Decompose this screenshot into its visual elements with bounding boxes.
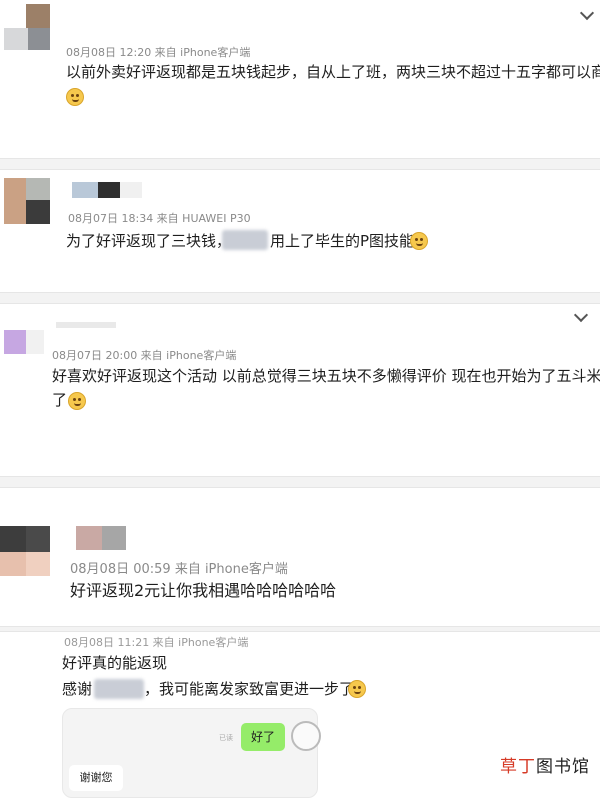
chat-avatar <box>291 721 321 751</box>
comment-meta: 08月08日 00:59 来自 iPhone客户端 <box>70 562 288 577</box>
chat-bubble-sent: 好了 <box>241 723 285 751</box>
comment-text-line2-end: ，我可能离发家致富更进一步了 <box>144 680 355 698</box>
watermark-black-text: 图书馆 <box>536 757 590 777</box>
comment-card-2: 08月07日 18:34 来自 HUAWEI P30 为了好评返现了三块钱， 用… <box>0 170 600 292</box>
user-avatar[interactable] <box>4 178 50 224</box>
chat-screenshot-image[interactable]: 已读 好了 谢谢您 <box>62 708 321 798</box>
user-avatar[interactable] <box>4 4 50 50</box>
user-avatar[interactable] <box>4 308 44 354</box>
watermark-red-text: 草丁 <box>500 757 536 777</box>
comment-text-line1: 好评真的能返现 <box>62 654 168 672</box>
comment-card-1: 08月08日 12:20 来自 iPhone客户端 以前外卖好评返现都是五块钱起… <box>0 0 600 158</box>
username-blurred[interactable] <box>72 182 142 198</box>
username-blurred[interactable] <box>56 322 116 338</box>
comment-text-line2: 了 <box>52 391 68 409</box>
redacted-text <box>94 679 144 699</box>
divider <box>0 476 600 488</box>
comment-text-start: 为了好评返现了三块钱， <box>66 232 232 250</box>
comment-text-line2-start: 感谢 <box>62 680 93 698</box>
read-status: 已读 <box>219 734 233 742</box>
comment-meta: 08月07日 18:34 来自 HUAWEI P30 <box>68 212 251 225</box>
comment-meta: 08月08日 12:20 来自 iPhone客户端 <box>66 46 251 59</box>
watermark: 草丁图书馆 <box>500 752 590 777</box>
comment-text-line1: 好喜欢好评返现这个活动 以前总觉得三块五块不多懒得评价 现在也开始为了五斗米折腰 <box>52 367 600 385</box>
smile-emoji-icon <box>348 680 366 698</box>
divider <box>0 158 600 170</box>
user-avatar[interactable] <box>0 526 50 576</box>
comment-card-4: 08月08日 00:59 来自 iPhone客户端 好评返现2元让你我相遇哈哈哈… <box>0 488 600 638</box>
comment-meta: 08月08日 11:21 来自 iPhone客户端 <box>64 636 249 649</box>
redacted-text <box>222 230 268 250</box>
chevron-down-icon[interactable] <box>579 5 595 21</box>
comment-card-3: 08月07日 20:00 来自 iPhone客户端 好喜欢好评返现这个活动 以前… <box>0 304 600 476</box>
comment-text: 好评返现2元让你我相遇哈哈哈哈哈哈 <box>70 581 337 600</box>
chevron-down-icon[interactable] <box>573 307 589 323</box>
comment-text-end: 用上了毕生的P图技能 <box>270 232 415 250</box>
comment-meta: 08月07日 20:00 来自 iPhone客户端 <box>52 349 237 362</box>
divider <box>0 292 600 304</box>
comment-text: 以前外卖好评返现都是五块钱起步，自从上了班，两块三块不超过十五字都可以商量。 <box>66 63 600 81</box>
smile-emoji-icon <box>66 88 84 106</box>
blush-emoji-icon <box>68 392 86 410</box>
username-blurred[interactable] <box>76 526 126 550</box>
chat-bubble-received: 谢谢您 <box>69 765 123 791</box>
laugh-emoji-icon <box>410 232 428 250</box>
